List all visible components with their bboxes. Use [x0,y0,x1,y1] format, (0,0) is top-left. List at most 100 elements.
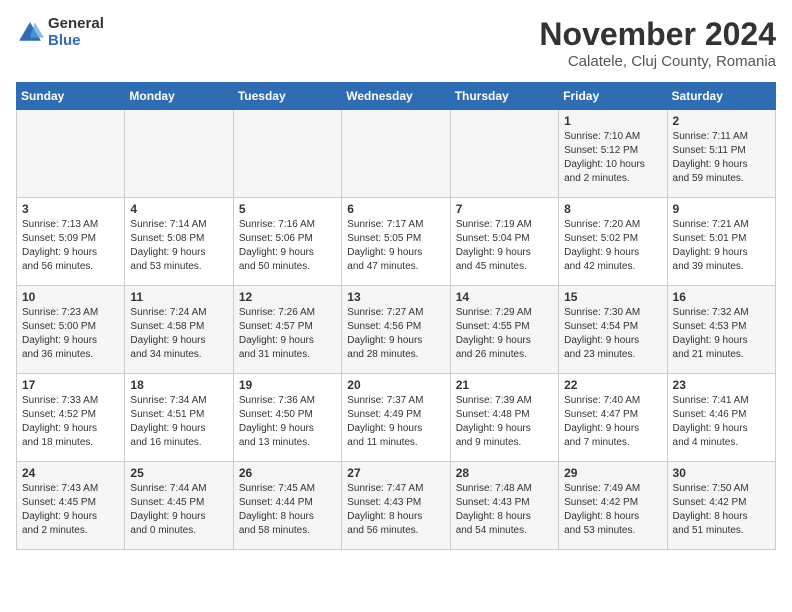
col-header-monday: Monday [125,83,233,110]
col-header-thursday: Thursday [450,83,558,110]
day-info: Sunrise: 7:27 AM Sunset: 4:56 PM Dayligh… [347,306,444,362]
col-header-wednesday: Wednesday [342,83,450,110]
calendar-cell [342,110,450,198]
calendar-cell: 12 Sunrise: 7:26 AM Sunset: 4:57 PM Dayli… [233,286,341,374]
calendar-cell: 17 Sunrise: 7:33 AM Sunset: 4:52 PM Dayli… [17,374,125,462]
day-info: Sunrise: 7:13 AM Sunset: 5:09 PM Dayligh… [22,218,119,274]
calendar-table: SundayMondayTuesdayWednesdayThursdayFrid… [16,82,776,550]
day-number: 27 [347,466,444,480]
calendar-cell: 8Sunrise: 7:20 AM Sunset: 5:02 PM Daylig… [559,198,667,286]
page-title: November 2024 [539,16,776,53]
day-number: 29 [564,466,661,480]
col-header-sunday: Sunday [17,83,125,110]
day-number: 12 [239,290,336,304]
calendar-cell: 27 Sunrise: 7:47 AM Sunset: 4:43 PM Dayli… [342,462,450,550]
calendar-cell: 15Sunrise: 7:30 AM Sunset: 4:54 PM Dayli… [559,286,667,374]
col-header-saturday: Saturday [667,83,775,110]
day-info: Sunrise: 7:37 AM Sunset: 4:49 PM Dayligh… [347,394,444,450]
day-info: Sunrise: 7:26 AM Sunset: 4:57 PM Dayligh… [239,306,336,362]
day-number: 10 [22,290,119,304]
day-info: Sunrise: 7:50 AM Sunset: 4:42 PM Dayligh… [673,482,770,538]
calendar-cell: 16 Sunrise: 7:32 AM Sunset: 4:53 PM Dayli… [667,286,775,374]
day-number: 7 [456,202,553,216]
calendar-cell: 30 Sunrise: 7:50 AM Sunset: 4:42 PM Dayli… [667,462,775,550]
day-number: 21 [456,378,553,392]
calendar-cell: 5Sunrise: 7:16 AM Sunset: 5:06 PM Daylig… [233,198,341,286]
calendar-cell [233,110,341,198]
calendar-cell: 13 Sunrise: 7:27 AM Sunset: 4:56 PM Dayli… [342,286,450,374]
calendar-cell: 23 Sunrise: 7:41 AM Sunset: 4:46 PM Dayli… [667,374,775,462]
day-number: 4 [130,202,227,216]
header-row: SundayMondayTuesdayWednesdayThursdayFrid… [17,83,776,110]
col-header-friday: Friday [559,83,667,110]
day-info: Sunrise: 7:47 AM Sunset: 4:43 PM Dayligh… [347,482,444,538]
day-number: 28 [456,466,553,480]
day-number: 14 [456,290,553,304]
day-info: Sunrise: 7:21 AM Sunset: 5:01 PM Dayligh… [673,218,770,274]
day-number: 2 [673,114,770,128]
day-number: 25 [130,466,227,480]
logo-blue: Blue [48,33,104,50]
day-number: 23 [673,378,770,392]
day-number: 20 [347,378,444,392]
header: General Blue November 2024 Calatele, Clu… [16,16,776,70]
calendar-cell: 20 Sunrise: 7:37 AM Sunset: 4:49 PM Dayli… [342,374,450,462]
day-info: Sunrise: 7:14 AM Sunset: 5:08 PM Dayligh… [130,218,227,274]
week-row-1: 1Sunrise: 7:10 AM Sunset: 5:12 PM Daylig… [17,110,776,198]
logo-general: General [48,16,104,33]
day-number: 19 [239,378,336,392]
day-number: 11 [130,290,227,304]
day-info: Sunrise: 7:23 AM Sunset: 5:00 PM Dayligh… [22,306,119,362]
week-row-5: 24 Sunrise: 7:43 AM Sunset: 4:45 PM Dayli… [17,462,776,550]
day-info: Sunrise: 7:16 AM Sunset: 5:06 PM Dayligh… [239,218,336,274]
day-number: 30 [673,466,770,480]
day-info: Sunrise: 7:19 AM Sunset: 5:04 PM Dayligh… [456,218,553,274]
calendar-cell: 14 Sunrise: 7:29 AM Sunset: 4:55 PM Dayli… [450,286,558,374]
calendar-body: 1Sunrise: 7:10 AM Sunset: 5:12 PM Daylig… [17,110,776,550]
day-info: Sunrise: 7:17 AM Sunset: 5:05 PM Dayligh… [347,218,444,274]
calendar-cell: 29Sunrise: 7:49 AM Sunset: 4:42 PM Dayli… [559,462,667,550]
day-number: 24 [22,466,119,480]
day-number: 13 [347,290,444,304]
calendar-cell: 21 Sunrise: 7:39 AM Sunset: 4:48 PM Dayli… [450,374,558,462]
day-number: 3 [22,202,119,216]
logo-text: General Blue [48,16,104,49]
day-info: Sunrise: 7:43 AM Sunset: 4:45 PM Dayligh… [22,482,119,538]
day-info: Sunrise: 7:36 AM Sunset: 4:50 PM Dayligh… [239,394,336,450]
day-info: Sunrise: 7:32 AM Sunset: 4:53 PM Dayligh… [673,306,770,362]
calendar-cell: 18Sunrise: 7:34 AM Sunset: 4:51 PM Dayli… [125,374,233,462]
day-number: 9 [673,202,770,216]
calendar-cell: 25Sunrise: 7:44 AM Sunset: 4:45 PM Dayli… [125,462,233,550]
calendar-cell [450,110,558,198]
calendar-cell: 28Sunrise: 7:48 AM Sunset: 4:43 PM Dayli… [450,462,558,550]
title-area: November 2024 Calatele, Cluj County, Rom… [539,16,776,70]
calendar-cell [17,110,125,198]
day-info: Sunrise: 7:24 AM Sunset: 4:58 PM Dayligh… [130,306,227,362]
day-info: Sunrise: 7:33 AM Sunset: 4:52 PM Dayligh… [22,394,119,450]
day-number: 22 [564,378,661,392]
calendar-cell: 11 Sunrise: 7:24 AM Sunset: 4:58 PM Dayli… [125,286,233,374]
day-info: Sunrise: 7:41 AM Sunset: 4:46 PM Dayligh… [673,394,770,450]
calendar-cell: 24 Sunrise: 7:43 AM Sunset: 4:45 PM Dayli… [17,462,125,550]
calendar-cell: 2Sunrise: 7:11 AM Sunset: 5:11 PM Daylig… [667,110,775,198]
day-info: Sunrise: 7:40 AM Sunset: 4:47 PM Dayligh… [564,394,661,450]
day-number: 17 [22,378,119,392]
day-number: 16 [673,290,770,304]
calendar-cell: 4 Sunrise: 7:14 AM Sunset: 5:08 PM Daylig… [125,198,233,286]
day-number: 8 [564,202,661,216]
calendar-cell: 26Sunrise: 7:45 AM Sunset: 4:44 PM Dayli… [233,462,341,550]
day-info: Sunrise: 7:39 AM Sunset: 4:48 PM Dayligh… [456,394,553,450]
calendar-header: SundayMondayTuesdayWednesdayThursdayFrid… [17,83,776,110]
day-info: Sunrise: 7:29 AM Sunset: 4:55 PM Dayligh… [456,306,553,362]
col-header-tuesday: Tuesday [233,83,341,110]
calendar-cell [125,110,233,198]
logo: General Blue [16,16,104,49]
day-number: 6 [347,202,444,216]
calendar-cell: 7 Sunrise: 7:19 AM Sunset: 5:04 PM Daylig… [450,198,558,286]
week-row-3: 10 Sunrise: 7:23 AM Sunset: 5:00 PM Dayli… [17,286,776,374]
day-info: Sunrise: 7:10 AM Sunset: 5:12 PM Dayligh… [564,130,661,186]
calendar-cell: 10 Sunrise: 7:23 AM Sunset: 5:00 PM Dayli… [17,286,125,374]
week-row-2: 3 Sunrise: 7:13 AM Sunset: 5:09 PM Daylig… [17,198,776,286]
calendar-cell: 9 Sunrise: 7:21 AM Sunset: 5:01 PM Daylig… [667,198,775,286]
calendar-cell: 19 Sunrise: 7:36 AM Sunset: 4:50 PM Dayli… [233,374,341,462]
